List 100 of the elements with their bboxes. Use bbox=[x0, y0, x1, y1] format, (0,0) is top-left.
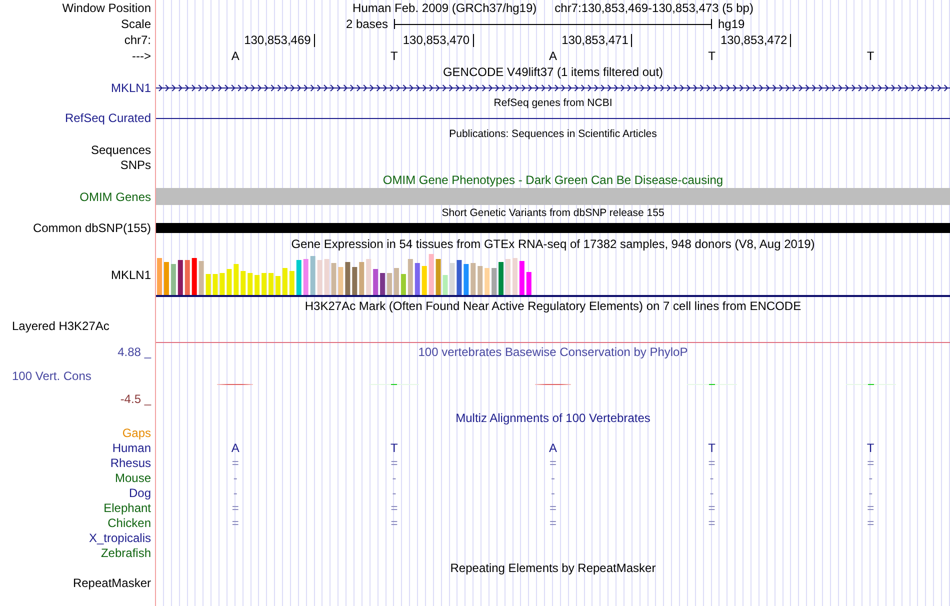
species-label[interactable]: Human bbox=[112, 440, 151, 454]
alignment-base: = bbox=[390, 516, 398, 530]
track-title: Gene Expression in 54 tissues from GTEx RNA-seq of 17382 samples, 948 donors (V8, Aug 2019) bbox=[291, 236, 815, 250]
alignment-base: - bbox=[550, 486, 555, 500]
row-label: chr7: bbox=[124, 33, 151, 47]
alignment-base: - bbox=[392, 486, 396, 500]
expression-bar bbox=[380, 273, 386, 295]
expression-bar bbox=[303, 259, 308, 295]
expression-bar bbox=[526, 272, 532, 295]
base-letter: T bbox=[866, 49, 874, 63]
expression-bar bbox=[414, 263, 420, 295]
axis-max-label: 4.88 _ bbox=[118, 345, 151, 359]
species-label[interactable]: Elephant bbox=[104, 500, 151, 514]
position-range: chr7:130,853,469-130,853,473 (5 bp) bbox=[554, 1, 754, 15]
expression-bar bbox=[387, 273, 392, 295]
alignment-base: - bbox=[392, 470, 396, 484]
track-title: OMIM Gene Phenotypes - Dark Green Can Be Disease-causing bbox=[382, 173, 724, 187]
track-title: GENCODE V49lift37 (1 items filtered out) bbox=[442, 65, 664, 79]
track-label[interactable]: Sequences bbox=[90, 142, 151, 156]
conservation-mark bbox=[534, 384, 571, 385]
track-label[interactable]: Common dbSNP(155) bbox=[32, 220, 151, 234]
expression-bar bbox=[254, 275, 260, 295]
expression-bar bbox=[212, 274, 218, 295]
expression-bar bbox=[512, 258, 518, 295]
alignment-base: A bbox=[548, 440, 557, 454]
alignment-base: = bbox=[549, 516, 556, 530]
expression-bar bbox=[331, 263, 336, 295]
track-title: Publications: Sequences in Scientific Articles bbox=[449, 127, 657, 141]
species-label[interactable]: Zebrafish bbox=[100, 546, 151, 560]
expression-bar bbox=[248, 273, 253, 295]
expression-bar bbox=[498, 262, 504, 295]
axis-min-label: -4.5 _ bbox=[120, 392, 151, 406]
track-label[interactable]: RefSeq Curated bbox=[64, 111, 151, 125]
expression-bar bbox=[519, 261, 524, 295]
expression-bar bbox=[296, 260, 302, 295]
expression-bar bbox=[310, 256, 316, 295]
expression-bar bbox=[276, 276, 280, 295]
ruler-position: 130,853,471 bbox=[562, 34, 632, 46]
track-label[interactable]: OMIM Genes bbox=[80, 190, 151, 204]
scale-assembly: hg19 bbox=[718, 17, 745, 31]
expression-bar bbox=[464, 264, 469, 295]
scale-length: 2 bases bbox=[346, 17, 388, 31]
track-title: Repeating Elements by RepeatMasker bbox=[450, 560, 656, 574]
species-label[interactable]: Mouse bbox=[114, 470, 151, 484]
expression-bar bbox=[178, 260, 183, 295]
expression-bar bbox=[198, 261, 204, 295]
expression-bar bbox=[157, 258, 162, 295]
track-label[interactable]: MKLN1 bbox=[110, 268, 151, 282]
gene-feature[interactable] bbox=[156, 84, 950, 92]
track-label[interactable]: Layered H3K27Ac bbox=[12, 319, 110, 333]
expression-bar bbox=[268, 273, 274, 295]
expression-bar bbox=[394, 268, 399, 295]
track-label[interactable]: MKLN1 bbox=[110, 81, 151, 95]
row-label: Window Position bbox=[62, 1, 151, 15]
species-label[interactable]: X_tropicalis bbox=[88, 530, 151, 544]
alignment-base: T bbox=[390, 440, 398, 454]
expression-bar bbox=[206, 274, 211, 295]
species-label[interactable]: Dog bbox=[128, 486, 151, 500]
expression-bar bbox=[338, 267, 344, 295]
alignment-base: = bbox=[390, 500, 398, 514]
conservation-mark bbox=[217, 384, 254, 385]
expression-bar bbox=[226, 269, 232, 295]
alignment-base: = bbox=[867, 456, 874, 470]
base-letter: A bbox=[231, 49, 240, 63]
expression-bar bbox=[170, 264, 176, 295]
ruler-position: 130,853,469 bbox=[244, 34, 315, 46]
alignment-base: - bbox=[550, 470, 555, 484]
expression-bar bbox=[428, 254, 434, 295]
base-letter: T bbox=[390, 49, 398, 63]
expression-bar-chart-drawing[interactable] bbox=[156, 253, 534, 295]
alignment-base: = bbox=[549, 500, 556, 514]
alignment-base: = bbox=[708, 516, 716, 530]
track-label[interactable]: SNPs bbox=[120, 158, 151, 172]
alignment-base: - bbox=[233, 470, 238, 484]
alignment-base: - bbox=[233, 486, 238, 500]
alignment-base: = bbox=[232, 456, 239, 470]
expression-bar bbox=[164, 262, 169, 295]
expression-bar bbox=[456, 260, 462, 295]
expression-bar bbox=[220, 273, 225, 295]
alignment-base: T bbox=[708, 440, 716, 454]
alignment-base: - bbox=[868, 470, 873, 484]
alignment-base: = bbox=[708, 456, 716, 470]
expression-bar bbox=[436, 259, 441, 295]
alignment-base: = bbox=[708, 500, 716, 514]
expression-bar bbox=[359, 262, 364, 295]
ruler-position: 130,853,472 bbox=[720, 34, 792, 46]
alignment-base: = bbox=[390, 456, 398, 470]
row-label: Scale bbox=[120, 17, 151, 31]
track-label[interactable]: 100 Vert. Cons bbox=[12, 368, 92, 382]
expression-bar bbox=[317, 260, 322, 295]
species-label[interactable]: Rhesus bbox=[110, 456, 151, 470]
alignment-base: = bbox=[232, 516, 239, 530]
track-label[interactable]: RepeatMasker bbox=[72, 576, 151, 590]
expression-bar bbox=[492, 268, 497, 295]
expression-bar bbox=[234, 264, 239, 295]
track-title: Short Genetic Variants from dbSNP release 155 bbox=[442, 206, 664, 220]
expression-bar bbox=[324, 259, 330, 295]
strand-label[interactable]: ---> bbox=[132, 49, 151, 63]
expression-bar bbox=[422, 266, 427, 295]
species-label[interactable]: Chicken bbox=[108, 516, 151, 530]
